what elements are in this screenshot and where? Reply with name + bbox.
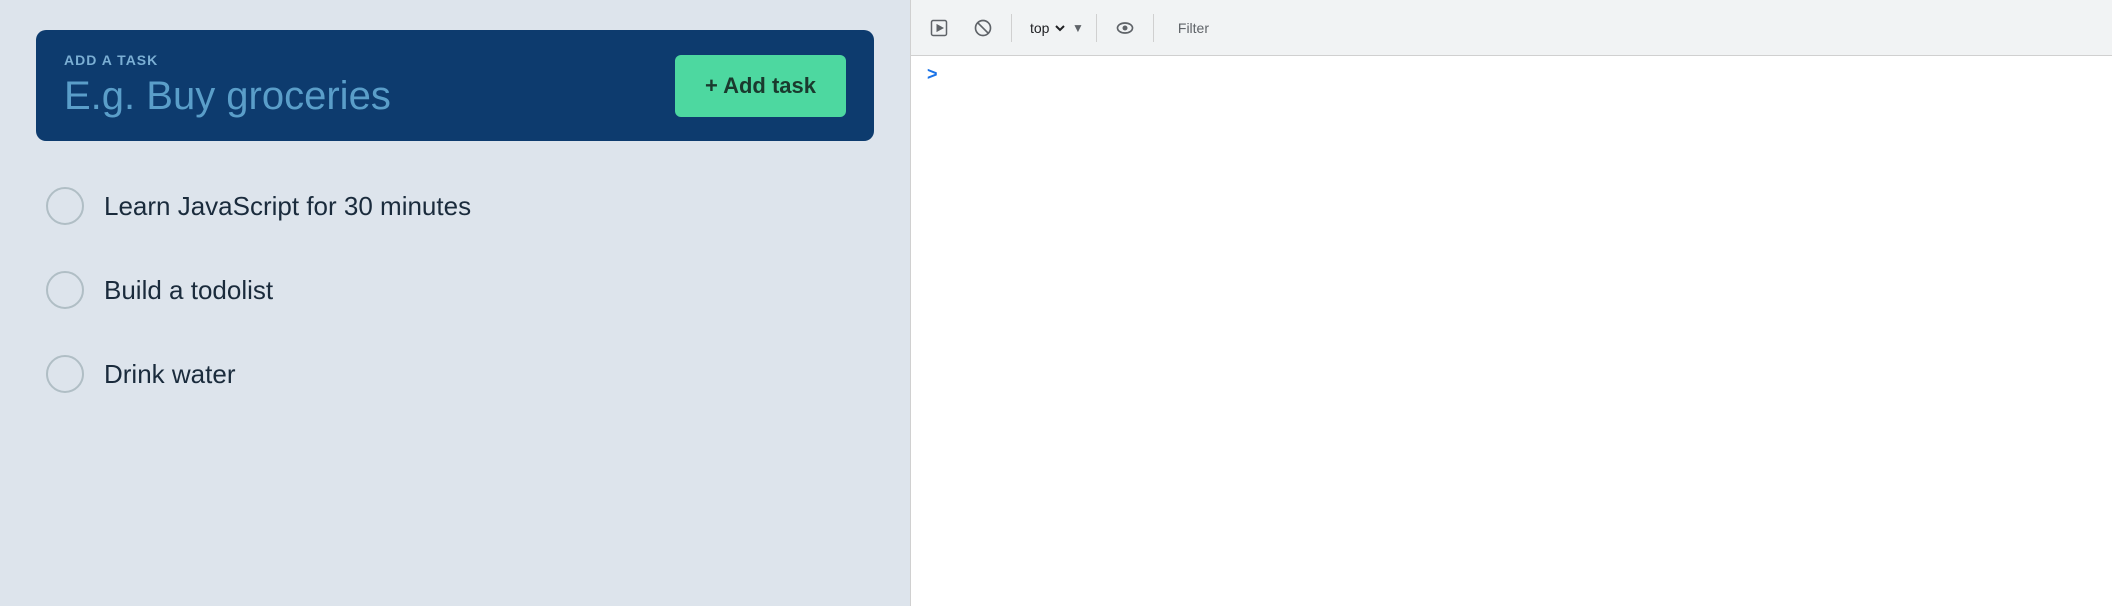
context-selector-wrapper: top ▼	[1024, 15, 1084, 41]
devtools-toolbar: top ▼ Filter	[911, 0, 2112, 56]
task-checkbox-3[interactable]	[46, 355, 84, 393]
block-icon	[973, 18, 993, 38]
task-text-1: Learn JavaScript for 30 minutes	[104, 191, 471, 222]
toolbar-separator	[1011, 14, 1012, 42]
toolbar-separator-3	[1153, 14, 1154, 42]
list-item: Build a todolist	[36, 253, 874, 327]
console-chevron[interactable]: >	[927, 64, 938, 84]
task-input[interactable]	[64, 74, 544, 119]
task-list: Learn JavaScript for 30 minutes Build a …	[36, 169, 874, 411]
add-task-button[interactable]: + Add task	[675, 55, 846, 117]
toolbar-separator-2	[1096, 14, 1097, 42]
eye-button[interactable]	[1105, 10, 1145, 46]
todo-panel: Add a task + Add task Learn JavaScript f…	[0, 0, 910, 606]
dropdown-arrow-icon: ▼	[1072, 21, 1084, 35]
devtools-panel: top ▼ Filter >	[910, 0, 2112, 606]
task-text-2: Build a todolist	[104, 275, 273, 306]
task-checkbox-2[interactable]	[46, 271, 84, 309]
add-task-card-inner: Add a task	[64, 52, 544, 119]
list-item: Learn JavaScript for 30 minutes	[36, 169, 874, 243]
task-text-3: Drink water	[104, 359, 235, 390]
add-task-card: Add a task + Add task	[36, 30, 874, 141]
add-task-label: Add a task	[64, 52, 544, 68]
play-icon	[929, 18, 949, 38]
task-checkbox-1[interactable]	[46, 187, 84, 225]
devtools-content: >	[911, 56, 2112, 606]
block-button[interactable]	[963, 10, 1003, 46]
context-selector[interactable]: top	[1024, 15, 1068, 41]
play-button[interactable]	[919, 10, 959, 46]
list-item: Drink water	[36, 337, 874, 411]
eye-icon	[1115, 18, 1135, 38]
filter-label: Filter	[1170, 16, 1217, 40]
